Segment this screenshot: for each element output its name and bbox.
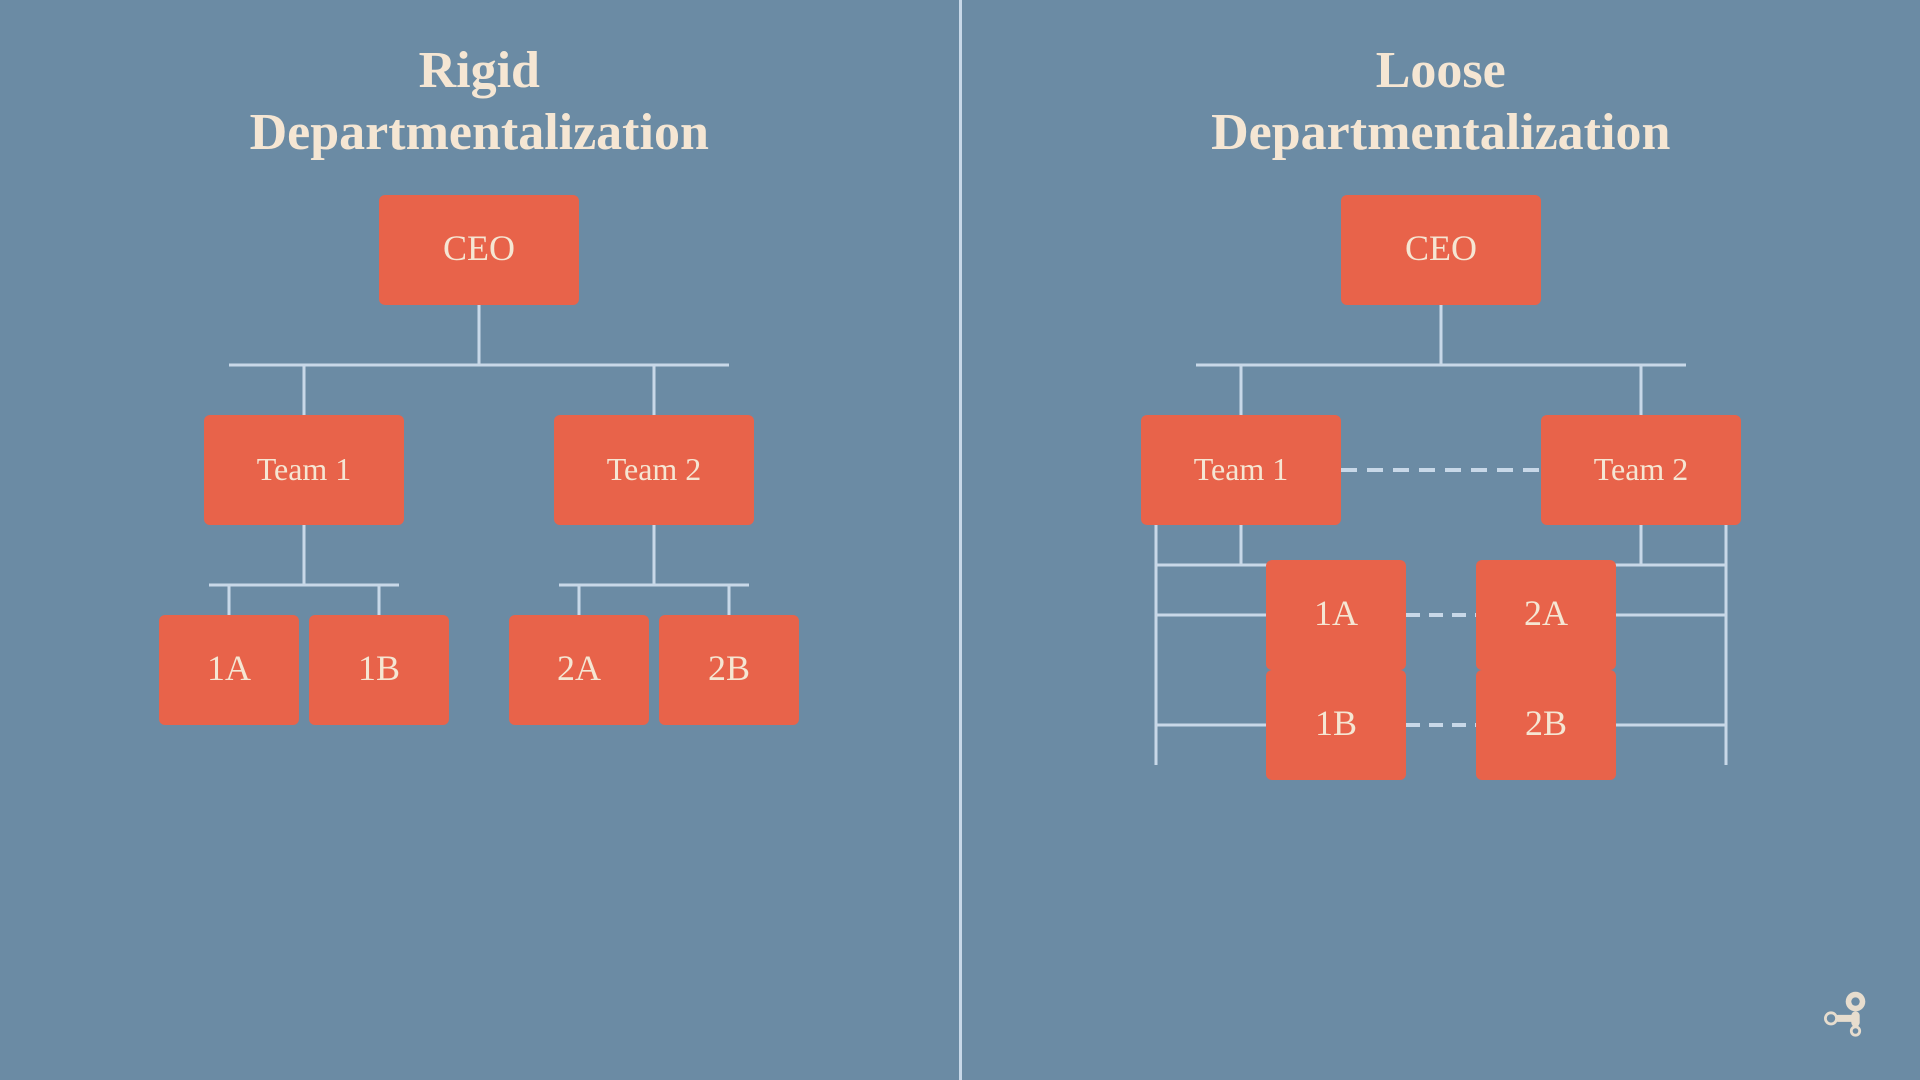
loose-org-chart: CEO Team 1 Team 2 1A 1B bbox=[1066, 195, 1816, 795]
right-1a-label: 1A bbox=[1314, 593, 1358, 633]
right-title: Loose Departmentalization bbox=[1211, 40, 1670, 165]
left-2a-label: 2A bbox=[557, 648, 601, 688]
right-1b-label: 1B bbox=[1315, 703, 1357, 743]
hubspot-icon bbox=[1810, 975, 1880, 1050]
left-team1-label: Team 1 bbox=[257, 451, 352, 487]
left-1b-label: 1B bbox=[358, 648, 400, 688]
right-2b-label: 2B bbox=[1525, 703, 1567, 743]
left-panel: Rigid Departmentalization CEO Team 1 Tea… bbox=[0, 0, 959, 1080]
rigid-org-chart: CEO Team 1 Team 2 1A 1B bbox=[129, 195, 829, 775]
right-team1-label: Team 1 bbox=[1193, 451, 1288, 487]
left-team2-label: Team 2 bbox=[607, 451, 702, 487]
left-2b-label: 2B bbox=[708, 648, 750, 688]
left-title: Rigid Departmentalization bbox=[250, 40, 709, 165]
right-panel: Loose Departmentalization CEO Team 1 Tea… bbox=[962, 0, 1920, 1080]
left-1a-label: 1A bbox=[207, 648, 251, 688]
right-team2-label: Team 2 bbox=[1593, 451, 1688, 487]
right-ceo-label: CEO bbox=[1405, 228, 1477, 268]
left-ceo-label: CEO bbox=[443, 228, 515, 268]
right-2a-label: 2A bbox=[1524, 593, 1568, 633]
